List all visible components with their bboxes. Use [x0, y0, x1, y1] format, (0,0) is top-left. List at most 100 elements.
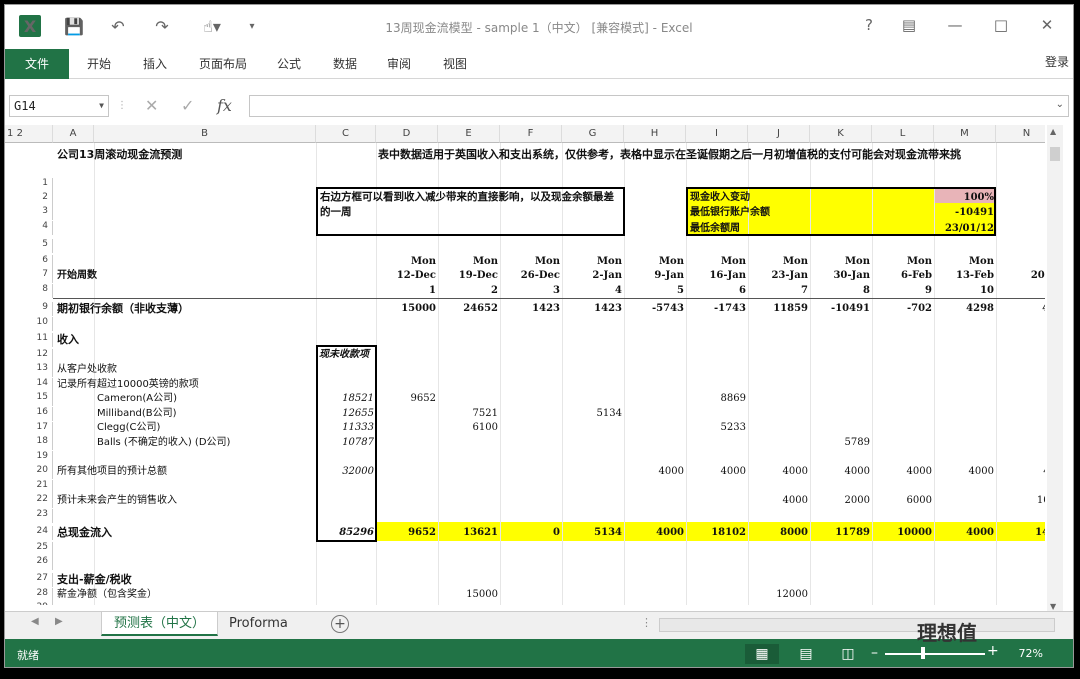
- outline-level-2[interactable]: 2: [17, 128, 23, 139]
- total-cell[interactable]: 4000: [934, 526, 994, 540]
- row-header[interactable]: 17: [5, 422, 53, 436]
- sheet-tab-proforma[interactable]: Proforma: [217, 612, 300, 636]
- weekday-cell[interactable]: Mon: [500, 255, 560, 269]
- date-cell[interactable]: 2-Jan: [562, 269, 622, 283]
- week-num-cell[interactable]: 5: [624, 284, 684, 298]
- chevron-down-icon[interactable]: ▼: [99, 96, 104, 116]
- date-cell[interactable]: 12-Dec: [376, 269, 436, 283]
- other-cell[interactable]: 4000: [748, 465, 808, 479]
- other-cell[interactable]: 4000: [872, 465, 932, 479]
- zoom-slider[interactable]: [885, 653, 985, 655]
- name-box[interactable]: G14 ▼: [9, 95, 109, 117]
- row-header[interactable]: 4: [5, 221, 53, 235]
- date-cell[interactable]: 13-Feb: [934, 269, 994, 283]
- row-header[interactable]: 8: [5, 284, 53, 298]
- next-sheet-icon[interactable]: ▶: [55, 616, 63, 627]
- customer-name[interactable]: Clegg(C公司): [97, 421, 160, 435]
- col-header-h[interactable]: H: [624, 125, 686, 143]
- row-header[interactable]: 3: [5, 206, 53, 220]
- date-cell[interactable]: 23-Jan: [748, 269, 808, 283]
- tab-formulas[interactable]: 公式: [263, 49, 315, 79]
- row-header[interactable]: 23: [5, 509, 53, 523]
- zoom-in-icon[interactable]: +: [987, 643, 999, 659]
- weekday-cell[interactable]: Mon: [872, 255, 932, 269]
- total-cell[interactable]: 10000: [872, 526, 932, 540]
- row-header[interactable]: 28: [5, 588, 53, 602]
- add-sheet-icon[interactable]: +: [331, 615, 349, 633]
- other-outstanding[interactable]: 32000: [316, 465, 374, 479]
- row-header[interactable]: 1: [5, 178, 53, 192]
- tab-review[interactable]: 审阅: [373, 49, 425, 79]
- vertical-scrollbar[interactable]: ▲ ▼: [1047, 125, 1063, 613]
- opening-cell[interactable]: 24652: [438, 302, 498, 316]
- opening-cell[interactable]: 47: [996, 302, 1045, 316]
- tab-view[interactable]: 视图: [429, 49, 481, 79]
- zoom-out-icon[interactable]: –: [871, 645, 878, 661]
- customer-cell[interactable]: 7521: [438, 407, 498, 421]
- col-header-i[interactable]: I: [686, 125, 748, 143]
- week-num-cell[interactable]: 10: [934, 284, 994, 298]
- opening-cell[interactable]: -10491: [810, 302, 870, 316]
- total-cell[interactable]: 13621: [438, 526, 498, 540]
- opening-cell[interactable]: 11859: [748, 302, 808, 316]
- row-header[interactable]: 2: [5, 192, 53, 206]
- total-cell[interactable]: 4000: [624, 526, 684, 540]
- week-num-cell[interactable]: 9: [872, 284, 932, 298]
- week-num-cell[interactable]: 6: [686, 284, 746, 298]
- help-icon[interactable]: ?: [857, 13, 881, 37]
- close-icon[interactable]: ✕: [1035, 13, 1059, 37]
- tab-insert[interactable]: 插入: [129, 49, 181, 79]
- future-cell[interactable]: 100: [996, 494, 1045, 508]
- page-layout-view-icon[interactable]: ▤: [789, 644, 823, 664]
- row-header[interactable]: 10: [5, 317, 53, 331]
- week-num-cell[interactable]: 8: [810, 284, 870, 298]
- opening-cell[interactable]: 1423: [500, 302, 560, 316]
- customer-name[interactable]: Balls (不确定的收入) (D公司): [97, 436, 230, 450]
- col-header-k[interactable]: K: [810, 125, 872, 143]
- summary-value-change[interactable]: 100%: [934, 191, 994, 205]
- week-num-cell[interactable]: 3: [500, 284, 560, 298]
- total-cell[interactable]: 11789: [810, 526, 870, 540]
- scroll-down-icon[interactable]: ▼: [1050, 602, 1056, 611]
- row-header[interactable]: 25: [5, 542, 53, 556]
- ribbon-display-icon[interactable]: ▤: [897, 13, 921, 37]
- col-header-a[interactable]: A: [53, 125, 94, 143]
- expand-formula-icon[interactable]: ⌄: [1056, 99, 1064, 110]
- row-header[interactable]: 21: [5, 480, 53, 494]
- horizontal-scrollbar[interactable]: [659, 618, 1055, 632]
- tab-data[interactable]: 数据: [319, 49, 371, 79]
- formula-input[interactable]: ⌄: [249, 95, 1069, 117]
- col-header-c[interactable]: C: [316, 125, 376, 143]
- total-cell[interactable]: 140: [996, 526, 1045, 540]
- date-cell[interactable]: 26-Dec: [500, 269, 560, 283]
- customer-name[interactable]: Cameron(A公司): [97, 392, 177, 406]
- row-header[interactable]: 14: [5, 378, 53, 392]
- maximize-icon[interactable]: □: [989, 13, 1013, 37]
- customer-name[interactable]: Milliband(B公司): [97, 407, 177, 421]
- opening-cell[interactable]: 1423: [562, 302, 622, 316]
- col-header-b[interactable]: B: [94, 125, 316, 143]
- col-header-g[interactable]: G: [562, 125, 624, 143]
- weekday-cell[interactable]: Mon: [624, 255, 684, 269]
- row-header[interactable]: 7: [5, 269, 53, 283]
- scroll-thumb[interactable]: [1050, 147, 1060, 161]
- row-header[interactable]: 15: [5, 392, 53, 406]
- row-header[interactable]: 12: [5, 349, 53, 363]
- customer-outstanding[interactable]: 12655: [316, 407, 374, 421]
- page-break-view-icon[interactable]: ◫: [831, 644, 865, 664]
- tab-home[interactable]: 开始: [73, 49, 125, 79]
- row-header[interactable]: 6: [5, 255, 53, 269]
- tab-split-icon[interactable]: ⋮: [641, 616, 652, 629]
- week-num-cell[interactable]: 7: [748, 284, 808, 298]
- row-header[interactable]: 9: [5, 302, 53, 316]
- outline-level-1[interactable]: 1: [7, 128, 13, 139]
- date-cell[interactable]: 19-Dec: [438, 269, 498, 283]
- salary-cell[interactable]: 12000: [748, 588, 808, 602]
- other-cell[interactable]: 40: [996, 465, 1045, 479]
- weekday-cell[interactable]: Mon: [562, 255, 622, 269]
- weekday-cell[interactable]: Mon: [686, 255, 746, 269]
- opening-cell[interactable]: 4298: [934, 302, 994, 316]
- cancel-icon[interactable]: ✕: [145, 95, 158, 117]
- col-header-d[interactable]: D: [376, 125, 438, 143]
- row-header[interactable]: 24: [5, 526, 53, 540]
